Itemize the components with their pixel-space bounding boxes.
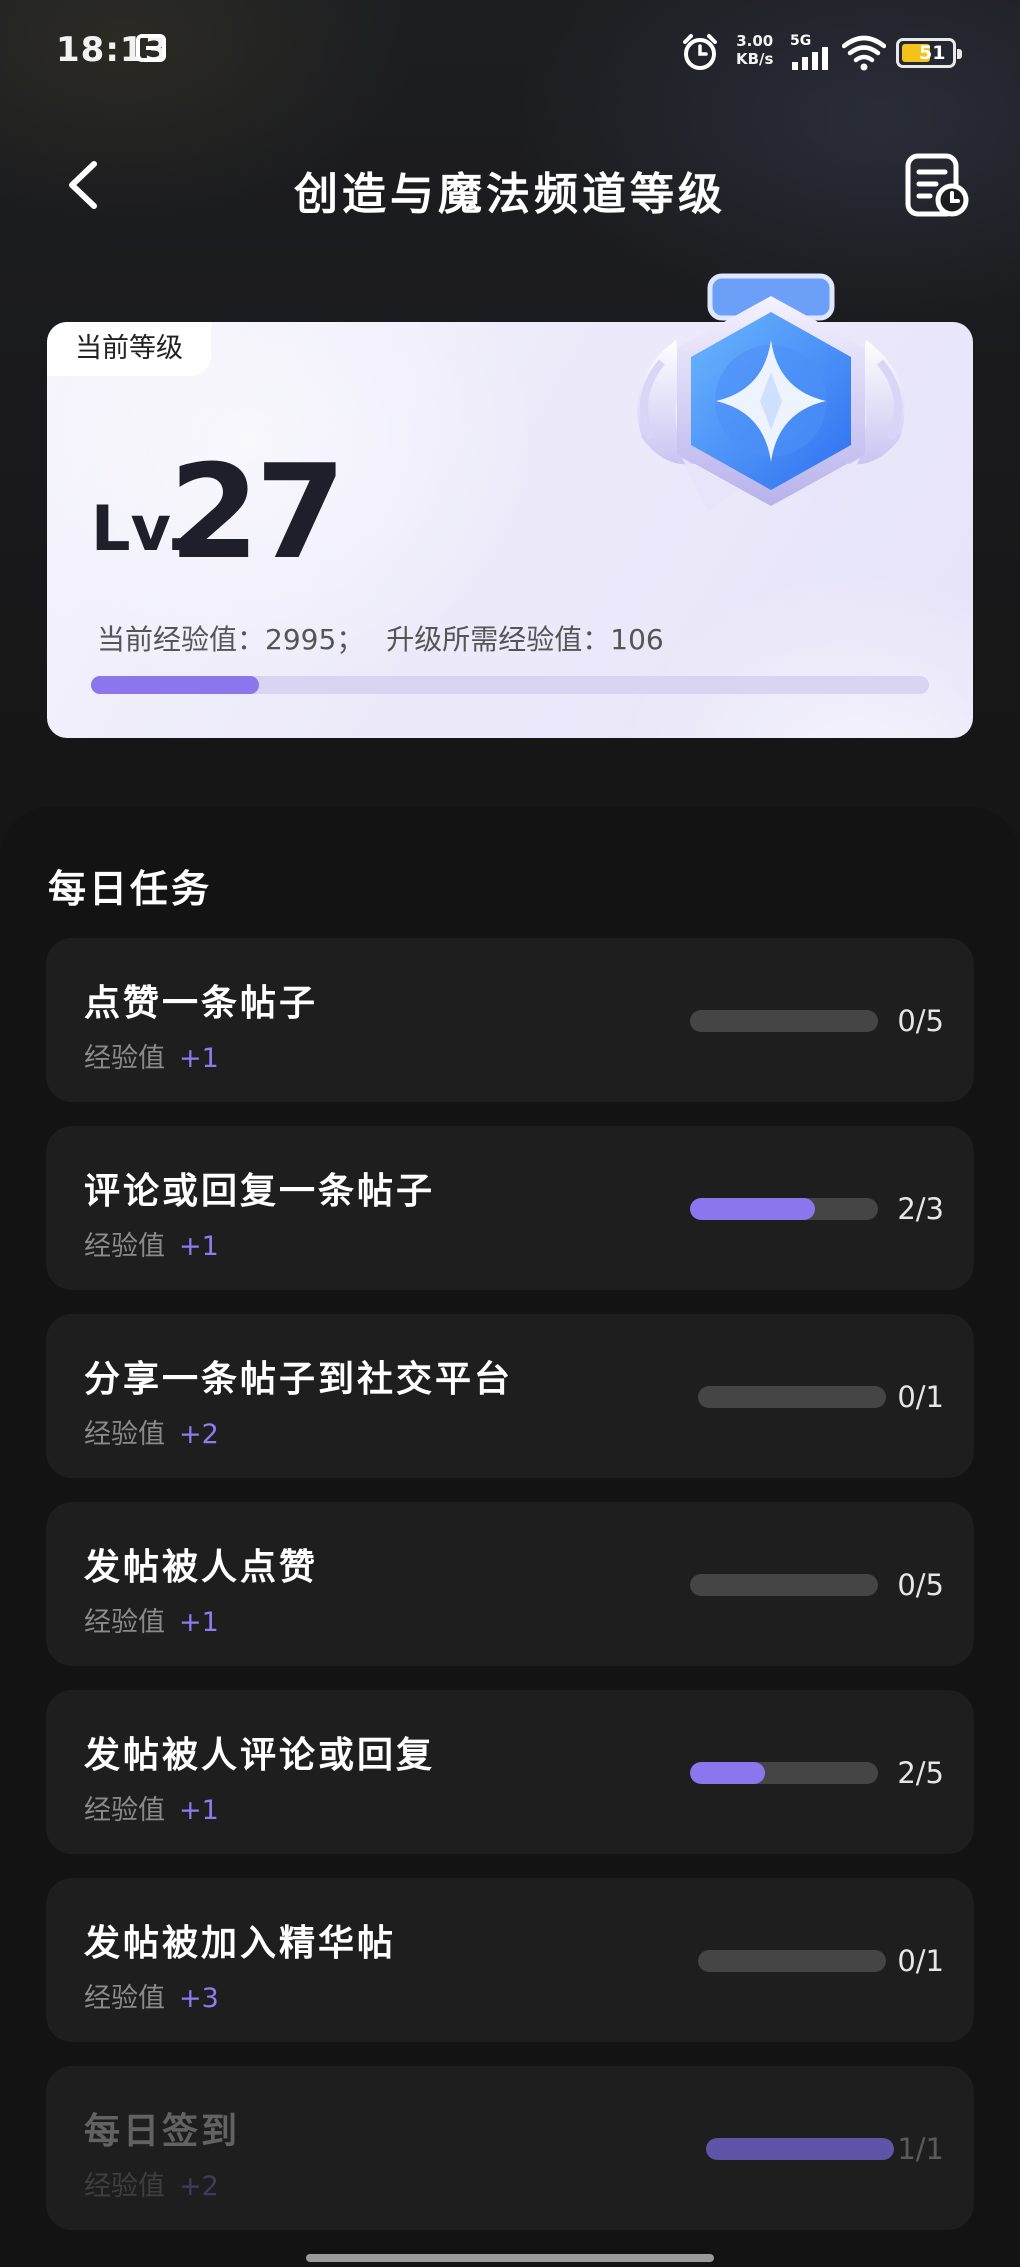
network-speed-value: 3.00 <box>736 32 774 50</box>
task-progress-text: 2/3 <box>897 1192 944 1226</box>
network-type: 5G <box>790 33 811 49</box>
task-exp-value: +1 <box>179 1043 219 1074</box>
task-exp: 经验值 +1 <box>84 1036 219 1075</box>
task-progress-bar <box>698 1386 886 1408</box>
current-level-tag: 当前等级 <box>47 322 211 376</box>
level-progress-bar <box>91 676 929 694</box>
task-progress-fill <box>690 1762 766 1784</box>
home-indicator[interactable] <box>306 2254 714 2262</box>
task-progress-bar <box>690 1762 878 1784</box>
task-card: 发帖被人评论或回复 经验值 +1 2/5 <box>46 1690 974 1854</box>
network-speed-unit: KB/s <box>736 50 774 68</box>
task-exp-value: +1 <box>179 1795 219 1826</box>
task-exp-value: +1 <box>179 1607 219 1638</box>
task-progress-text: 2/5 <box>897 1756 944 1790</box>
task-name: 评论或回复一条帖子 <box>84 1171 436 1212</box>
task-exp-value: +1 <box>179 1231 219 1262</box>
task-progress-fill <box>706 2138 894 2160</box>
task-exp-label: 经验值 <box>84 1231 165 1262</box>
task-progress-bar <box>690 1198 878 1220</box>
level-medal-icon <box>637 273 905 512</box>
task-exp-value: +3 <box>179 1983 219 2014</box>
task-exp: 经验值 +1 <box>84 1788 219 1827</box>
task-exp-value: +2 <box>179 2171 219 2202</box>
battery-icon: 51 <box>896 38 962 68</box>
task-progress-fill <box>690 1198 816 1220</box>
task-exp: 经验值 +2 <box>84 2164 219 2203</box>
battery-level: 51 <box>919 42 946 64</box>
task-name: 发帖被人评论或回复 <box>84 1735 436 1776</box>
daily-tasks-panel: 每日任务 点赞一条帖子 经验值 +1 0/5 评论或回复一条帖子 经验值 +1 2/… <box>0 806 1020 2267</box>
task-exp: 经验值 +2 <box>84 1412 219 1451</box>
task-exp-label: 经验值 <box>84 2171 165 2202</box>
task-progress-text: 0/5 <box>897 1568 944 1602</box>
task-progress-text: 0/5 <box>897 1004 944 1038</box>
task-card: 发帖被人点赞 经验值 +1 0/5 <box>46 1502 974 1666</box>
task-name: 发帖被加入精华帖 <box>84 1923 397 1964</box>
current-exp: 当前经验值：2995； <box>97 623 365 656</box>
signal-icon: 5G <box>790 33 828 70</box>
task-exp-label: 经验值 <box>84 1795 165 1826</box>
daily-tasks-title: 每日任务 <box>48 867 213 911</box>
task-card: 分享一条帖子到社交平台 经验值 +2 0/1 <box>46 1314 974 1478</box>
task-progress-bar <box>706 2138 894 2160</box>
needed-exp: 升级所需经验值：106 <box>386 623 664 656</box>
task-name: 每日签到 <box>84 2111 241 2152</box>
task-exp-label: 经验值 <box>84 1043 165 1074</box>
task-progress-text: 0/1 <box>897 1944 944 1978</box>
task-exp: 经验值 +3 <box>84 1976 219 2015</box>
task-card: 点赞一条帖子 经验值 +1 0/5 <box>46 938 974 1102</box>
level-progress-fill <box>91 676 259 694</box>
task-exp: 经验值 +1 <box>84 1224 219 1263</box>
page-header: 创造与魔法频道等级 <box>0 140 1020 230</box>
task-card: 评论或回复一条帖子 经验值 +1 2/3 <box>46 1126 974 1290</box>
task-progress-text: 1/1 <box>897 2132 944 2166</box>
status-bar: 18:13 3.00 KB/s 5G 51 <box>0 0 1020 110</box>
task-exp: 经验值 +1 <box>84 1600 219 1639</box>
task-progress-bar <box>690 1010 878 1032</box>
task-exp-label: 经验值 <box>84 1607 165 1638</box>
exp-summary: 当前经验值：2995； 升级所需经验值：106 <box>97 618 664 658</box>
network-speed: 3.00 KB/s <box>736 32 773 68</box>
task-exp-value: +2 <box>179 1419 219 1450</box>
notification-icon <box>136 34 166 62</box>
task-exp-label: 经验值 <box>84 1419 165 1450</box>
task-name: 点赞一条帖子 <box>84 983 319 1024</box>
history-icon[interactable] <box>902 150 972 220</box>
task-exp-label: 经验值 <box>84 1983 165 2014</box>
task-progress-bar <box>690 1574 878 1596</box>
task-card: 每日签到 经验值 +2 1/1 <box>46 2066 974 2230</box>
alarm-icon <box>683 34 717 70</box>
task-progress-bar <box>698 1950 886 1972</box>
level-number: 27 <box>169 436 346 588</box>
wifi-icon <box>842 35 886 71</box>
task-card: 发帖被加入精华帖 经验值 +3 0/1 <box>46 1878 974 2042</box>
task-progress-text: 0/1 <box>897 1380 944 1414</box>
task-name: 发帖被人点赞 <box>84 1547 319 1588</box>
task-name: 分享一条帖子到社交平台 <box>84 1359 514 1400</box>
page-title: 创造与魔法频道等级 <box>294 169 726 220</box>
